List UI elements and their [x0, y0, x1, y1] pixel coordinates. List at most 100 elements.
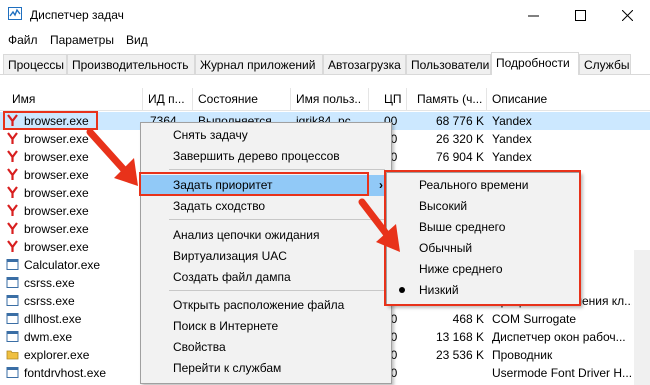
menu-item-uac-virtualization[interactable]: Виртуализация UAC — [141, 246, 391, 267]
cell-desc: Yandex — [492, 150, 532, 164]
yandex-icon — [7, 132, 18, 144]
menu-item-label: Открыть расположение файла — [173, 298, 345, 312]
menu-item-label: Снять задачу — [173, 128, 248, 142]
menu-item-open-file-location[interactable]: Открыть расположение файла — [141, 295, 391, 316]
cell-name: csrss.exe — [24, 276, 75, 290]
tab-label: Автозагрузка — [328, 58, 401, 72]
cell-mem: 26 320 K — [435, 132, 484, 146]
column-header-memory[interactable]: Память (ч... — [417, 92, 483, 106]
menu-item-create-dump[interactable]: Создать файл дампа — [141, 267, 391, 288]
menu-item-label: Поиск в Интернете — [173, 319, 279, 333]
table-header: Имя ИД п... Состояние Имя польз... ЦП Па… — [0, 88, 650, 111]
tab-users[interactable]: Пользователи — [406, 54, 491, 74]
cell-desc: Диспетчер окон рабоч... — [492, 330, 626, 344]
menu-bar: Файл Параметры Вид — [0, 30, 650, 50]
yandex-icon — [7, 150, 18, 162]
app-icon — [6, 331, 19, 342]
cell-name: fontdrvhost.exe — [24, 366, 107, 380]
tab-label: Журнал приложений — [200, 58, 316, 72]
tab-label: Производительность — [72, 58, 189, 72]
yandex-icon — [7, 168, 18, 180]
menu-item-label: Свойства — [173, 340, 226, 354]
yandex-icon — [7, 240, 18, 252]
menu-item-end-process-tree[interactable]: Завершить дерево процессов — [141, 146, 391, 167]
maximize-button[interactable] — [557, 0, 603, 30]
tab-services[interactable]: Службы — [579, 54, 631, 74]
cell-name: explorer.exe — [24, 348, 90, 362]
tab-performance[interactable]: Производительность — [67, 54, 195, 74]
tab-bar: Процессы Производительность Журнал прило… — [0, 52, 650, 75]
maximize-icon — [574, 9, 586, 21]
column-header-pid[interactable]: ИД п... — [148, 92, 190, 106]
cell-desc: COM Surrogate — [492, 312, 577, 326]
menu-item-set-affinity[interactable]: Задать сходство — [141, 196, 391, 217]
cell-desc: Проводник — [492, 348, 553, 362]
yandex-icon — [7, 222, 18, 234]
tab-label: Подробности — [496, 56, 570, 70]
menu-view[interactable]: Вид — [126, 33, 148, 47]
menu-separator — [169, 219, 385, 220]
menu-item-label: Задать сходство — [173, 199, 266, 213]
minimize-button[interactable] — [510, 0, 556, 30]
cell-name: browser.exe — [24, 204, 89, 218]
vertical-scrollbar[interactable] — [634, 250, 650, 385]
column-divider[interactable] — [192, 88, 193, 110]
yandex-icon — [7, 186, 18, 198]
tab-app-history[interactable]: Журнал приложений — [195, 54, 323, 74]
yandex-icon — [7, 204, 18, 216]
context-menu: Снять задачу Завершить дерево процессов … — [140, 122, 392, 384]
close-button[interactable] — [604, 0, 650, 30]
column-divider[interactable] — [368, 88, 369, 110]
column-header-description[interactable]: Описание — [492, 92, 547, 106]
column-header-status[interactable]: Состояние — [198, 92, 258, 106]
tab-label: Процессы — [8, 58, 65, 72]
menu-item-search-online[interactable]: Поиск в Интернете — [141, 316, 391, 337]
title-bar: Диспетчер задач — [0, 0, 650, 30]
menu-options[interactable]: Параметры — [50, 33, 114, 47]
app-icon — [6, 313, 19, 324]
menu-item-label: Завершить дерево процессов — [173, 149, 340, 163]
column-divider[interactable] — [142, 88, 143, 110]
menu-item-end-task[interactable]: Снять задачу — [141, 125, 391, 146]
app-icon — [6, 295, 19, 306]
tab-startup[interactable]: Автозагрузка — [323, 54, 406, 74]
tab-details[interactable]: Подробности — [491, 52, 579, 75]
task-manager-window: Диспетчер задач Файл Параметры Вид Проце… — [0, 0, 650, 385]
annotation-arrow-icon — [358, 198, 400, 252]
menu-file[interactable]: Файл — [8, 33, 38, 47]
menu-separator — [169, 290, 385, 291]
cell-name: browser.exe — [24, 240, 89, 254]
annotation-frame — [384, 170, 581, 306]
menu-item-label: Создать файл дампа — [173, 270, 291, 284]
cell-name: csrss.exe — [24, 294, 75, 308]
annotation-frame — [139, 172, 369, 196]
cell-mem: 23 536 K — [435, 348, 484, 362]
menu-item-analyze-wait-chain[interactable]: Анализ цепочки ожидания — [141, 225, 391, 246]
tab-label: Пользователи — [411, 58, 490, 72]
column-divider[interactable] — [406, 88, 407, 110]
app-icon — [6, 367, 19, 378]
cell-name: Calculator.exe — [24, 258, 101, 272]
column-divider[interactable] — [290, 88, 291, 110]
column-divider[interactable] — [486, 88, 487, 110]
menu-separator — [169, 169, 385, 170]
cell-name: dllhost.exe — [24, 312, 82, 326]
window-title: Диспетчер задач — [30, 8, 124, 22]
annotation-arrow-icon — [86, 128, 138, 186]
column-header-name[interactable]: Имя — [12, 92, 35, 106]
column-header-user[interactable]: Имя польз... — [296, 92, 362, 106]
menu-item-properties[interactable]: Свойства — [141, 337, 391, 358]
minimize-icon — [527, 15, 539, 16]
cell-desc: Yandex — [492, 114, 532, 128]
cell-name: dwm.exe — [24, 330, 73, 344]
app-icon — [6, 259, 19, 270]
cell-desc: Usermode Font Driver H... — [492, 366, 632, 380]
task-manager-icon — [8, 7, 22, 20]
menu-item-label: Перейти к службам — [173, 361, 282, 375]
app-icon — [6, 277, 19, 288]
column-header-cpu[interactable]: ЦП — [384, 92, 402, 106]
menu-item-label: Анализ цепочки ожидания — [173, 228, 320, 242]
tab-processes[interactable]: Процессы — [3, 54, 67, 74]
menu-item-go-to-services[interactable]: Перейти к службам — [141, 358, 391, 379]
annotation-frame — [3, 111, 98, 130]
